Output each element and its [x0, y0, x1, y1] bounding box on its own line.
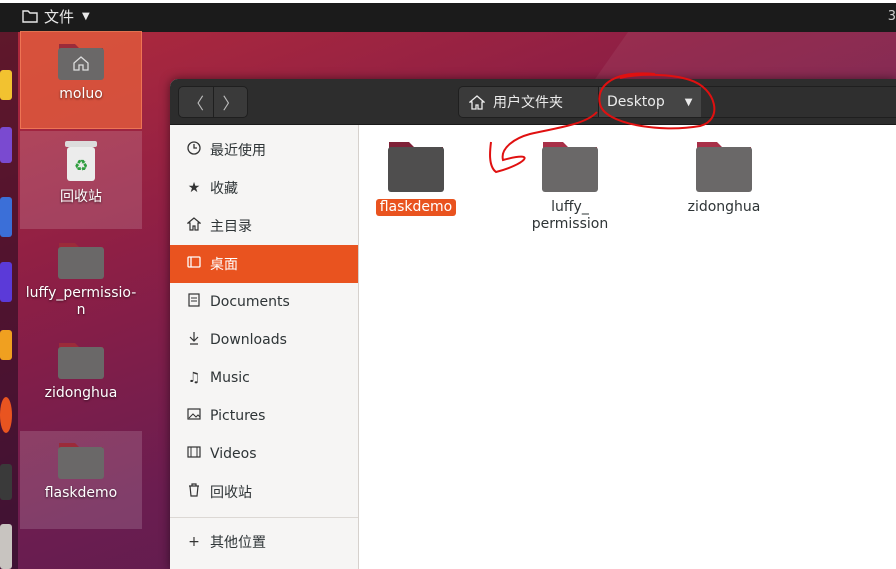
- file-manager-window: 〈 〉 用户文件夹 Desktop ▼ 最近使用 ★ 收藏 主目录 桌面 Doc…: [170, 79, 896, 569]
- folder-icon: [58, 343, 104, 379]
- dock-app-icon[interactable]: [0, 127, 12, 163]
- clock-fragment: 3: [887, 9, 896, 24]
- music-icon: ♫: [187, 370, 201, 386]
- desktop-folder-luffy[interactable]: luffy_permissio-n: [20, 231, 142, 329]
- file-item-luffy-permission[interactable]: luffy_ permission: [510, 139, 630, 233]
- sidebar-item-videos[interactable]: Videos: [170, 435, 358, 473]
- app-menu-label: 文件: [44, 7, 75, 26]
- caret-down-icon: ▼: [82, 10, 90, 22]
- desktop-icon-label: luffy_permissio-n: [25, 285, 137, 318]
- desktop-icon-label: flaskdemo: [44, 485, 118, 501]
- top-edge-strip: [0, 0, 896, 3]
- sidebar-item-label: 最近使用: [210, 143, 266, 159]
- dock-app-icon[interactable]: [0, 397, 12, 433]
- sidebar-item-label: Documents: [210, 294, 290, 310]
- sidebar-item-recent[interactable]: 最近使用: [170, 131, 358, 169]
- sidebar-item-label: 主目录: [210, 219, 252, 235]
- sidebar-item-other-locations[interactable]: + 其他位置: [170, 523, 358, 561]
- folder-icon: [542, 142, 598, 192]
- picture-icon: [186, 407, 202, 425]
- sidebar-item-label: 收藏: [210, 181, 238, 197]
- desktop-icon-label: zidonghua: [44, 385, 118, 401]
- folder-outline-icon: [22, 9, 38, 23]
- sidebar-item-label: 其他位置: [210, 535, 266, 551]
- file-item-label: luffy_ permission: [531, 199, 609, 232]
- star-icon: ★: [187, 180, 201, 196]
- path-crumb-current[interactable]: Desktop ▼: [599, 87, 701, 117]
- document-icon: [186, 293, 202, 311]
- back-button[interactable]: 〈: [179, 87, 213, 117]
- dock-app-icon[interactable]: [0, 330, 12, 360]
- file-item-label: flaskdemo: [375, 199, 457, 216]
- app-menu[interactable]: 文件 ▼: [22, 6, 90, 27]
- chevron-left-icon: 〈: [187, 94, 204, 113]
- sidebar-item-home[interactable]: 主目录: [170, 207, 358, 245]
- desktop-folder-zidonghua[interactable]: zidonghua: [20, 331, 142, 429]
- sidebar-item-label: Music: [210, 370, 250, 386]
- dock-app-icon[interactable]: [0, 524, 12, 569]
- sidebar-item-documents[interactable]: Documents: [170, 283, 358, 321]
- desktop-icon-label: moluo: [59, 86, 103, 102]
- desktop-icon-label: 回收站: [60, 189, 102, 205]
- desktop-home-folder[interactable]: moluo: [20, 31, 142, 129]
- sidebar-item-music[interactable]: ♫ Music: [170, 359, 358, 397]
- video-icon: [186, 445, 202, 463]
- caret-down-icon: ▼: [684, 96, 693, 108]
- plus-icon: +: [188, 534, 200, 550]
- path-crumb-current-label: Desktop: [607, 94, 665, 110]
- sidebar-divider: [170, 517, 358, 518]
- download-icon: [186, 331, 202, 349]
- sidebar-item-pictures[interactable]: Pictures: [170, 397, 358, 435]
- folder-icon: [388, 142, 444, 192]
- path-bar-empty: [701, 87, 896, 117]
- sidebar: 最近使用 ★ 收藏 主目录 桌面 Documents Downloads ♫ M…: [170, 125, 359, 569]
- sidebar-item-label: Videos: [210, 446, 257, 462]
- dock: [0, 32, 18, 569]
- path-crumb-home[interactable]: 用户文件夹: [459, 87, 599, 117]
- trash-icon: [186, 483, 202, 501]
- home-icon: [469, 94, 485, 110]
- sidebar-item-label: 桌面: [210, 257, 238, 273]
- sidebar-item-label: 回收站: [210, 485, 252, 501]
- path-crumb-home-label: 用户文件夹: [493, 95, 563, 111]
- path-bar: 用户文件夹 Desktop ▼: [458, 86, 896, 118]
- header-bar: 〈 〉 用户文件夹 Desktop ▼: [170, 79, 896, 125]
- dock-app-icon[interactable]: [0, 262, 12, 302]
- home-folder-icon: [58, 44, 104, 80]
- folder-icon: [58, 243, 104, 279]
- sidebar-item-label: Downloads: [210, 332, 287, 348]
- sidebar-item-desktop[interactable]: 桌面: [170, 245, 358, 283]
- top-panel: 文件 ▼ 3: [0, 0, 896, 32]
- home-icon: [186, 217, 202, 235]
- desktop-trash[interactable]: ♻ 回收站: [20, 131, 142, 229]
- sidebar-item-downloads[interactable]: Downloads: [170, 321, 358, 359]
- dock-app-icon[interactable]: [0, 70, 12, 100]
- sidebar-item-trash[interactable]: 回收站: [170, 473, 358, 511]
- desktop-folder-flaskdemo[interactable]: flaskdemo: [20, 431, 142, 529]
- chevron-right-icon: 〉: [222, 94, 239, 113]
- file-item-label: zidonghua: [687, 199, 761, 215]
- file-item-zidonghua[interactable]: zidonghua: [664, 139, 784, 216]
- svg-text:♻: ♻: [74, 156, 88, 175]
- file-view: flaskdemo luffy_ permission zidonghua: [360, 125, 896, 569]
- file-item-flaskdemo[interactable]: flaskdemo: [356, 139, 476, 216]
- trash-icon: ♻: [65, 141, 97, 181]
- nav-buttons: 〈 〉: [178, 86, 248, 118]
- sidebar-item-label: Pictures: [210, 408, 266, 424]
- clock-icon: [186, 141, 202, 159]
- desktop-icon: [186, 255, 202, 273]
- forward-button[interactable]: 〉: [212, 87, 247, 117]
- dock-app-icon[interactable]: [0, 464, 12, 500]
- folder-icon: [58, 443, 104, 479]
- folder-icon: [696, 142, 752, 192]
- sidebar-item-starred[interactable]: ★ 收藏: [170, 169, 358, 207]
- dock-app-icon[interactable]: [0, 197, 12, 237]
